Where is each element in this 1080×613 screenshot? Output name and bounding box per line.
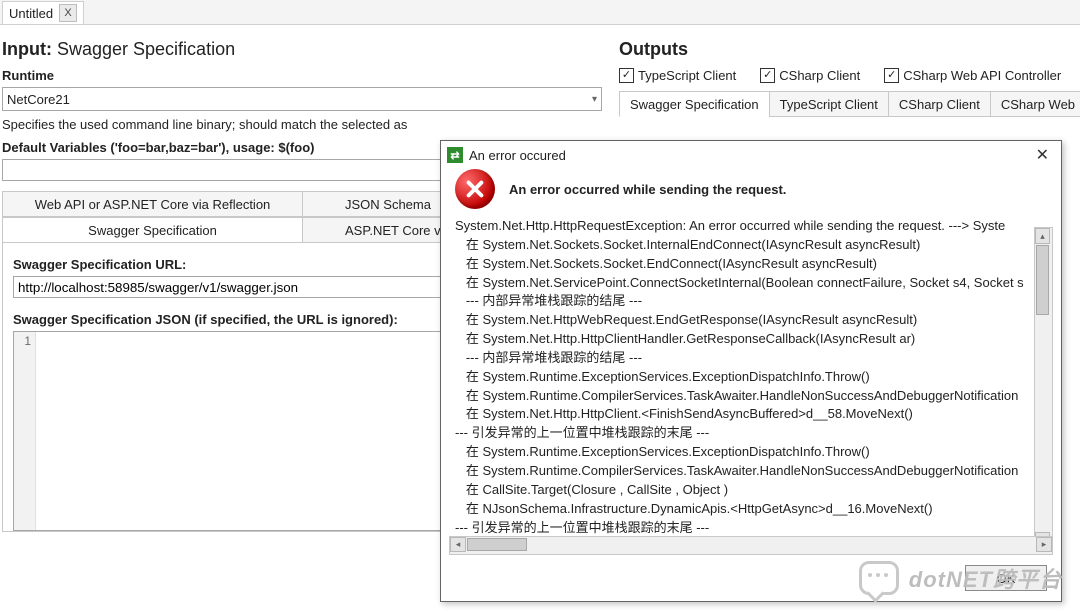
tab-output-csharp-web[interactable]: CSharp Web [990,91,1080,117]
dialog-headline: An error occurred while sending the requ… [509,182,786,197]
scroll-up-button[interactable]: ▴ [1035,228,1050,244]
scroll-thumb[interactable] [467,538,527,551]
ok-button-label: OK [997,571,1016,586]
checkbox-icon: ✓ [884,68,899,83]
tab-label: JSON Schema [345,197,431,212]
tab-label: ASP.NET Core via [345,223,451,238]
check-csharp-client[interactable]: ✓ CSharp Client [760,68,860,83]
horizontal-scrollbar[interactable]: ◂ ▸ [449,536,1053,555]
tab-label: Swagger Specification [630,97,759,112]
check-label: TypeScript Client [638,68,736,83]
tab-label: CSharp Web [1001,97,1075,112]
ok-button[interactable]: OK [965,565,1047,591]
tab-output-csharp[interactable]: CSharp Client [888,91,991,117]
tab-output-typescript[interactable]: TypeScript Client [769,91,889,117]
check-csharp-webapi-controller[interactable]: ✓ CSharp Web API Controller [884,68,1061,83]
chevron-down-icon: ▾ [592,94,597,105]
document-tab-close-button[interactable]: X [59,4,77,22]
checkbox-icon: ✓ [760,68,775,83]
tab-label: Swagger Specification [88,223,217,238]
scroll-left-button[interactable]: ◂ [450,537,466,552]
tab-webapi-reflection[interactable]: Web API or ASP.NET Core via Reflection [3,191,303,217]
outputs-heading-text: Outputs [619,39,688,59]
input-heading: Input: Swagger Specification [2,39,603,60]
editor-gutter: 1 [14,332,36,530]
tab-label: CSharp Client [899,97,980,112]
app-icon: ⇄ [447,147,463,163]
stack-trace-box[interactable]: System.Net.Http.HttpRequestException: An… [449,217,1053,536]
document-tab[interactable]: Untitled X [2,1,84,24]
dialog-title: An error occured [469,148,566,163]
dialog-titlebar: ⇄ An error occured ✕ [441,141,1061,169]
gutter-line-1: 1 [24,334,31,348]
document-tab-title: Untitled [9,6,53,21]
tab-label: TypeScript Client [780,97,878,112]
stack-trace-text: System.Net.Http.HttpRequestException: An… [449,217,1053,536]
tab-label: Web API or ASP.NET Core via Reflection [35,197,271,212]
input-heading-rest: Swagger Specification [52,39,235,59]
outputs-heading: Outputs [619,39,1080,60]
runtime-label: Runtime [2,68,603,83]
check-typescript-client[interactable]: ✓ TypeScript Client [619,68,736,83]
input-heading-prefix: Input: [2,39,52,59]
scroll-right-button[interactable]: ▸ [1036,537,1052,552]
runtime-value: NetCore21 [7,92,70,107]
runtime-combobox[interactable]: NetCore21 ▾ [2,87,602,111]
output-tabs: Swagger Specification TypeScript Client … [619,91,1080,117]
check-label: CSharp Client [779,68,860,83]
tab-output-swagger[interactable]: Swagger Specification [619,91,770,117]
error-dialog: ⇄ An error occured ✕ An error occurred w… [440,140,1062,602]
vertical-scrollbar[interactable]: ▴ ▾ [1034,227,1053,549]
dialog-close-button[interactable]: ✕ [1030,145,1055,165]
scroll-thumb[interactable] [1036,245,1049,315]
tab-swagger-specification[interactable]: Swagger Specification [3,217,303,243]
error-icon [455,169,495,209]
checkbox-icon: ✓ [619,68,634,83]
check-label: CSharp Web API Controller [903,68,1061,83]
document-tab-strip: Untitled X [0,0,1080,25]
runtime-hint: Specifies the used command line binary; … [2,117,603,132]
